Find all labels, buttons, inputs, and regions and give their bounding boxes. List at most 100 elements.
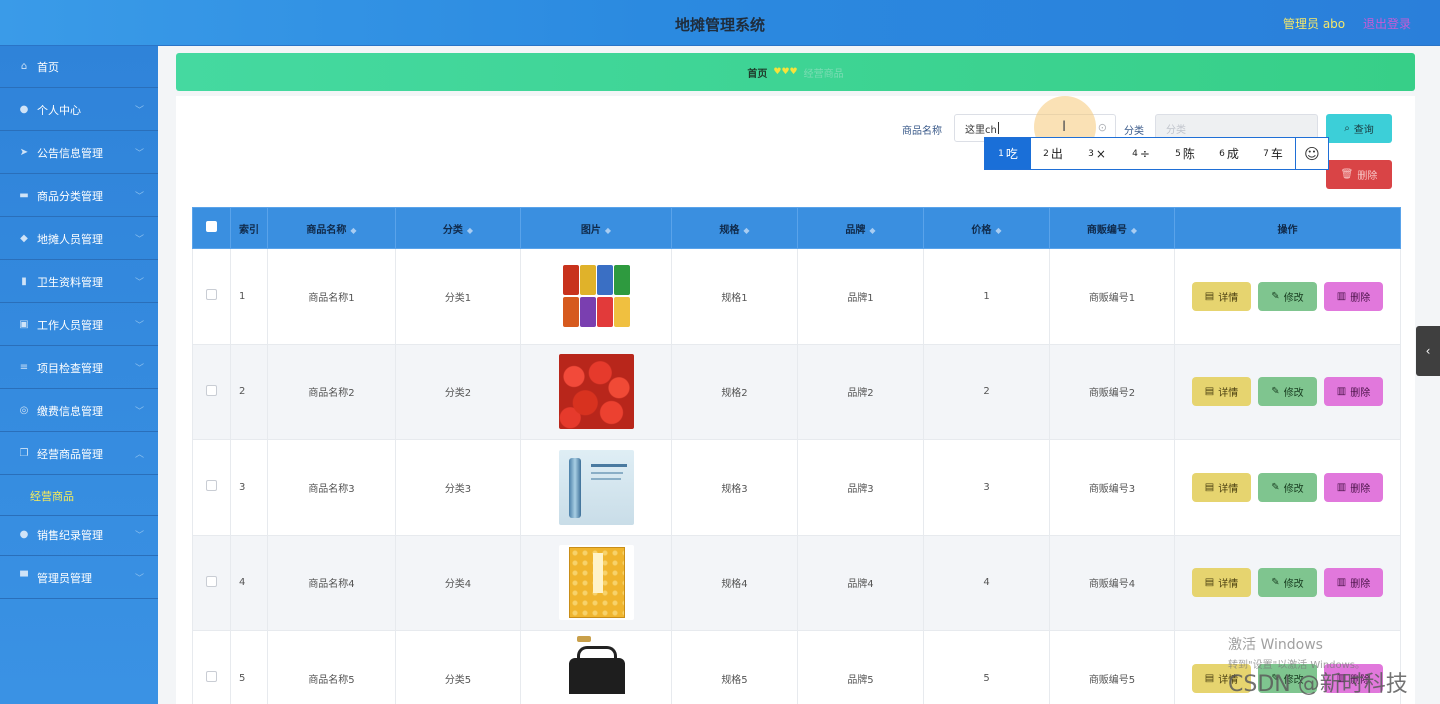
submenu-item[interactable]: 经营商品 (0, 476, 158, 516)
ime-candidate[interactable]: 7车 (1251, 138, 1295, 169)
column-header-brand[interactable]: 品牌 ◆ (797, 207, 924, 249)
column-header-price[interactable]: 价格 ◆ (923, 207, 1050, 249)
delete-button[interactable]: ▥ 删除 (1324, 472, 1383, 502)
edit-icon: ✎ (1271, 386, 1280, 398)
column-header-spec[interactable]: 规格 ◆ (671, 207, 798, 249)
chart-icon: ▮ (21, 276, 27, 287)
ime-candidate[interactable]: 5陈 (1163, 138, 1207, 169)
sidebar-item-0[interactable]: ⌂ 首页 (0, 46, 158, 88)
breadcrumb-home[interactable]: 首页 (747, 65, 767, 80)
sort-icon[interactable]: ◆ (467, 226, 473, 235)
globe-icon: ◎ (19, 405, 29, 416)
query-button[interactable]: ⌕ 查询 (1326, 114, 1392, 143)
sidebar-item-label: 地摊人员管理 (37, 232, 103, 246)
row-select-cell[interactable] (192, 343, 231, 440)
detail-button[interactable]: ▤ 详情 (1192, 472, 1251, 502)
delete-button[interactable]: ▥ 删除 (1324, 377, 1383, 407)
top-bar: 地摊管理系统 管理员 abo 退出登录 (0, 0, 1440, 46)
location-icon: ◆ (20, 233, 28, 244)
table-row[interactable]: 4 商品名称4 分类4 规格4 品牌4 4 商贩编号4 ▤ 详情 ✎ 修改 ▥ 删除 (192, 534, 1401, 631)
column-header-category[interactable]: 分类 ◆ (395, 207, 521, 249)
chevron-down-icon: ﹀ (134, 364, 144, 374)
ime-candidate-bar[interactable]: 1 吃 2 出 3 × 4 ÷ 5 陈 6 成 7 车 ☺ (984, 137, 1329, 170)
row-checkbox[interactable] (206, 575, 217, 587)
cell-category: 分类3 (395, 439, 521, 536)
cell-name: 商品名称3 (267, 439, 396, 536)
sidebar-item-6[interactable]: ▣ 工作人员管理 ﹀ (0, 304, 158, 346)
cell-index: 5 (230, 630, 268, 704)
table-row[interactable]: 3 商品名称3 分类3 规格3 品牌3 3 商贩编号3 ▤ 详情 ✎ 修改 ▥ 删除 (192, 439, 1401, 536)
ime-candidate[interactable]: 4 ÷ (1119, 138, 1163, 169)
sort-icon[interactable]: ◆ (869, 226, 875, 235)
emoji-icon[interactable]: ☺ (1295, 138, 1328, 169)
cell-price: 1 (923, 248, 1050, 345)
row-checkbox[interactable] (206, 289, 217, 301)
collapse-tab[interactable]: ‹ (1416, 326, 1440, 376)
edit-button[interactable]: ✎ 修改 (1258, 472, 1317, 502)
sidebar-item-11[interactable]: ▀ 管理员管理 ﹀ (0, 557, 158, 599)
column-header-image[interactable]: 图片 ◆ (520, 207, 672, 249)
trash-icon: ▥ (1336, 386, 1347, 398)
detail-button[interactable]: ▤ 详情 (1192, 281, 1251, 311)
row-select-cell[interactable] (192, 630, 231, 704)
sidebar-item-7[interactable]: ≡ 项目检查管理 ﹀ (0, 347, 158, 389)
row-select-cell[interactable] (192, 439, 231, 536)
ime-candidate[interactable]: 6成 (1207, 138, 1251, 169)
table-row[interactable]: 5 商品名称5 分类5 规格5 品牌5 5 商贩编号5 ▤ 详情 ✎ 修改 ▥ 删除 (192, 630, 1401, 704)
cell-image (520, 630, 672, 704)
row-checkbox[interactable] (206, 480, 217, 492)
sidebar-item-label: 商品分类管理 (37, 189, 103, 203)
ime-candidate[interactable]: 1吃 (985, 138, 1031, 169)
sort-icon[interactable]: ◆ (350, 226, 356, 235)
edit-button-label: 修改 (1283, 292, 1304, 304)
cell-spec: 规格1 (671, 248, 798, 345)
sort-icon[interactable]: ◆ (995, 226, 1001, 235)
delete-button[interactable]: ▥ 删除 (1324, 281, 1383, 311)
ime-candidate[interactable]: 3 × (1075, 138, 1119, 169)
ime-candidate-text: × (1095, 146, 1106, 161)
edit-button[interactable]: ✎ 修改 (1258, 281, 1317, 311)
sidebar-item-3[interactable]: ▬ 商品分类管理 ﹀ (0, 175, 158, 217)
sort-icon[interactable]: ◆ (743, 226, 749, 235)
sidebar-item-4[interactable]: ◆ 地摊人员管理 ﹀ (0, 218, 158, 260)
delete-button-label: 删除 (1350, 292, 1371, 304)
ime-candidate-number: 1 (998, 148, 1004, 159)
batch-delete-label: 删除 (1357, 171, 1378, 182)
select-all-cell[interactable] (192, 207, 231, 249)
sort-icon[interactable]: ◆ (605, 226, 611, 235)
table-row[interactable]: 2 商品名称2 分类2 规格2 品牌2 2 商贩编号2 ▤ 详情 ✎ 修改 ▥ 删除 (192, 343, 1401, 440)
column-header-name[interactable]: 商品名称 ◆ (267, 207, 396, 249)
row-checkbox[interactable] (206, 384, 217, 396)
sidebar-item-label: 卫生资料管理 (37, 275, 103, 289)
row-select-cell[interactable] (192, 534, 231, 631)
column-header-vendor[interactable]: 商贩编号 ◆ (1049, 207, 1175, 249)
watermark-line1: 激活 Windows (1228, 637, 1323, 653)
ime-candidate[interactable]: 2出 (1031, 138, 1075, 169)
sidebar-item-1[interactable]: ● 个人中心 ﹀ (0, 89, 158, 131)
product-image-bag (558, 634, 634, 695)
clear-icon[interactable]: ⊙ (1098, 121, 1107, 134)
detail-button[interactable]: ▤ 详情 (1192, 377, 1251, 407)
sort-icon[interactable]: ◆ (1131, 226, 1137, 235)
table-row[interactable]: 1 商品名称1 分类1 规格1 品牌1 1 商贩编号1 ▤ 详情 ✎ 修改 ▥ 删除 (192, 248, 1401, 345)
product-name-label: 商品名称 (902, 126, 942, 137)
cell-brand: 品牌1 (797, 248, 924, 345)
delete-button[interactable]: ▥ 删除 (1324, 568, 1383, 598)
product-image-cherries (558, 354, 634, 430)
batch-delete-button[interactable]: 🗑 删除 (1326, 160, 1392, 189)
edit-button[interactable]: ✎ 修改 (1258, 377, 1317, 407)
column-header-index: 索引 (230, 207, 268, 249)
sidebar-item-10[interactable]: ● 销售纪录管理 ﹀ (0, 514, 158, 556)
edit-button[interactable]: ✎ 修改 (1258, 568, 1317, 598)
sidebar-item-2[interactable]: ➤ 公告信息管理 ﹀ (0, 132, 158, 174)
row-checkbox[interactable] (206, 671, 217, 683)
logout-link[interactable]: 退出登录 (1363, 15, 1411, 32)
sidebar-item-8[interactable]: ◎ 缴费信息管理 ﹀ (0, 390, 158, 432)
select-all-checkbox[interactable] (206, 221, 217, 232)
sidebar-item-5[interactable]: ▮ 卫生资料管理 ﹀ (0, 261, 158, 303)
row-select-cell[interactable] (192, 248, 231, 345)
column-header-actions-label: 操作 (1277, 224, 1298, 236)
detail-button[interactable]: ▤ 详情 (1192, 568, 1251, 598)
ime-candidate-text: 出 (1050, 147, 1063, 161)
sidebar-item-9[interactable]: ❐ 经营商品管理 ︿ (0, 433, 158, 475)
